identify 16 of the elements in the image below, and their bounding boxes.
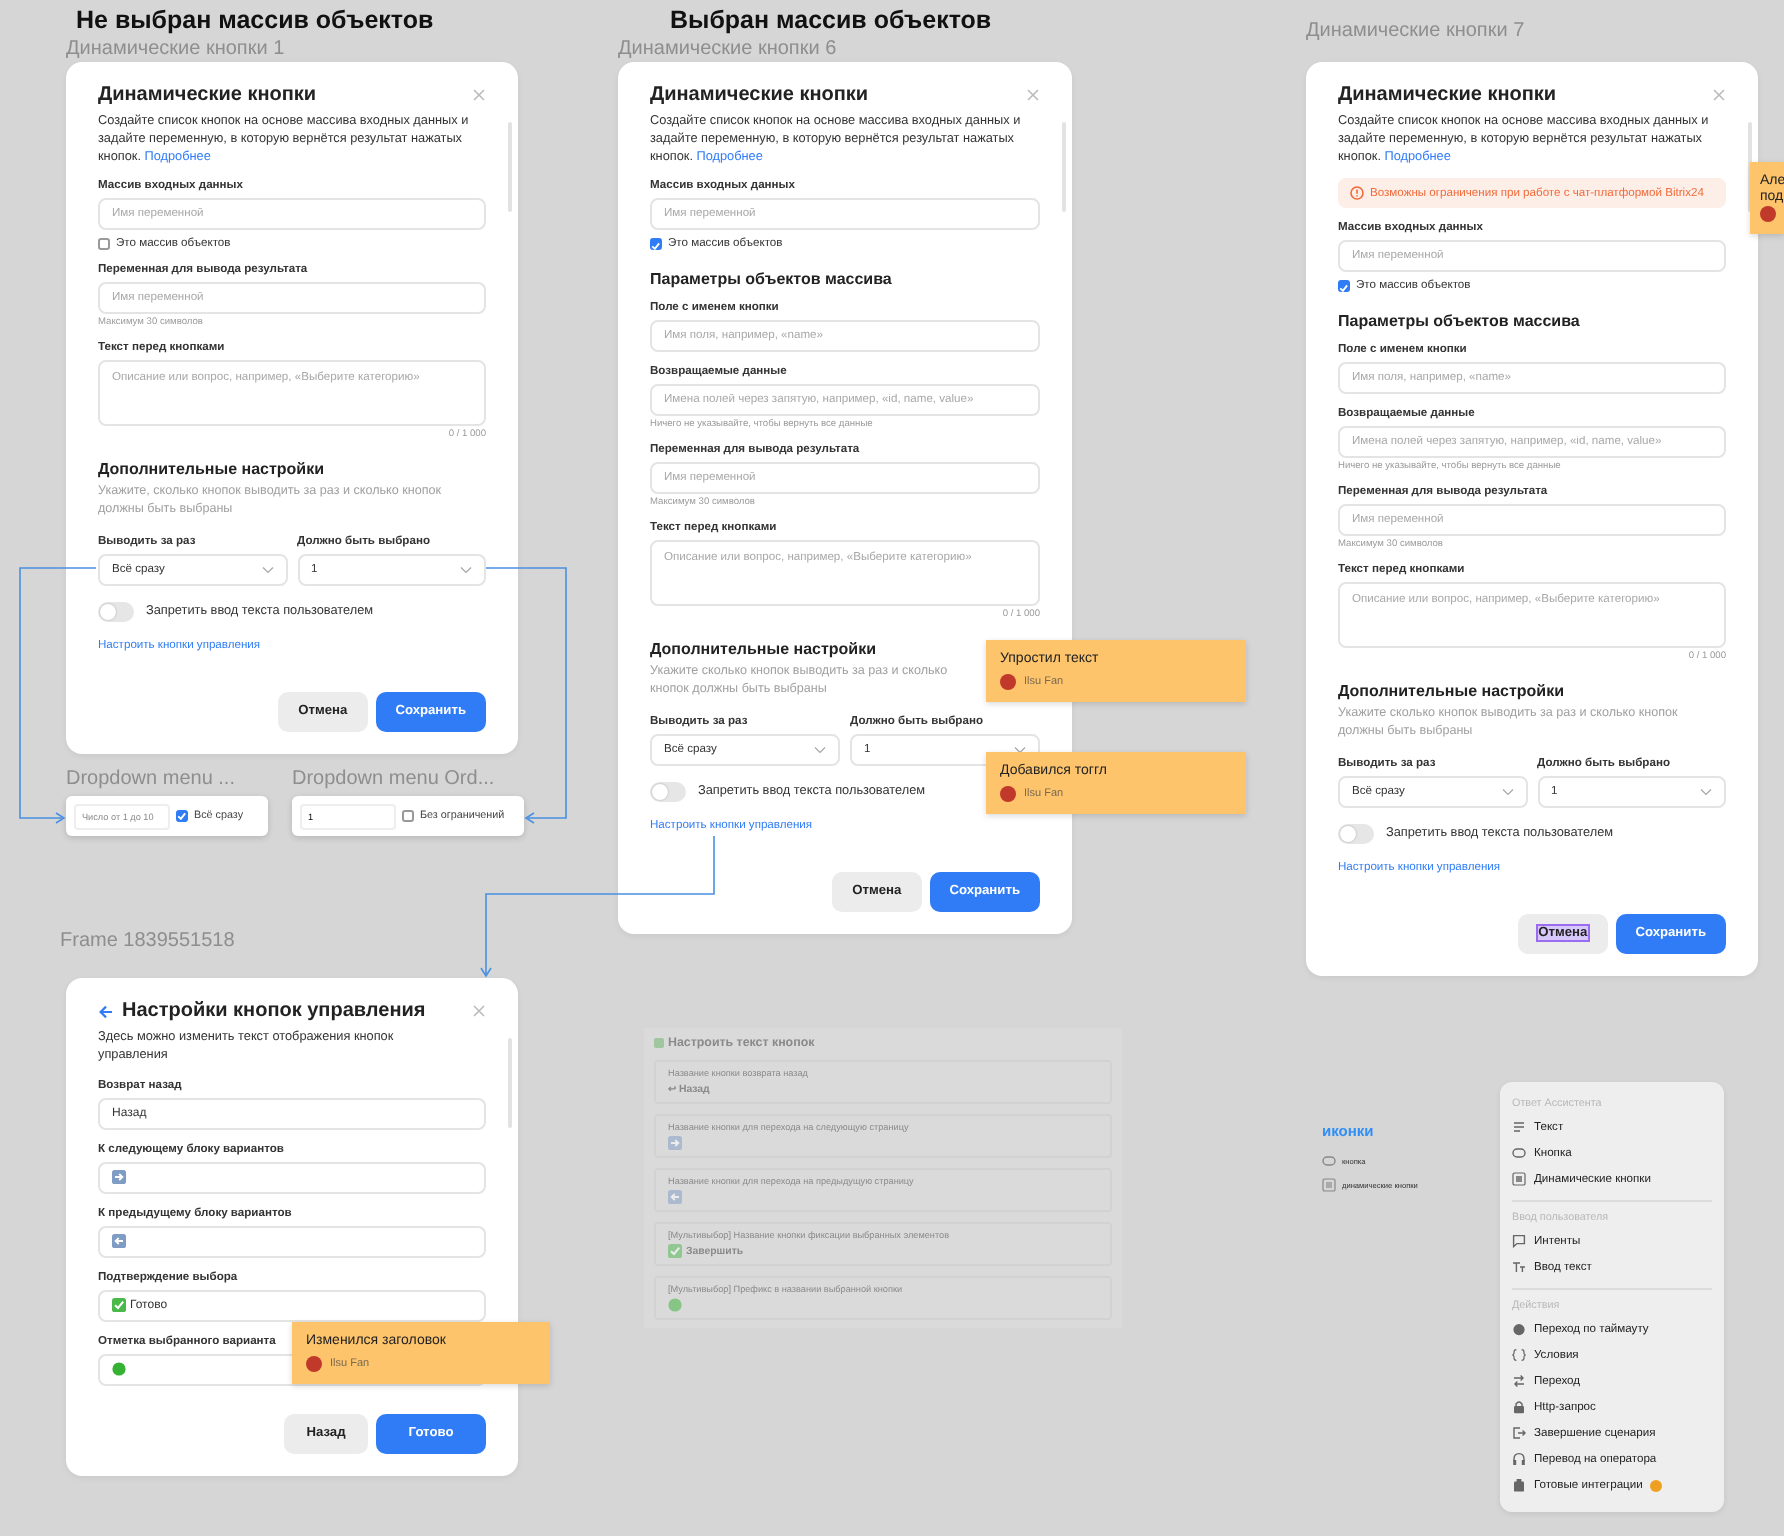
dialog-title: Настройки кнопок управления	[122, 1000, 428, 1022]
frame-label: Динамические кнопки 6	[618, 38, 837, 60]
frame-label: Dropdown menu ...	[66, 768, 235, 790]
section-heading: Параметры объектов массива	[1338, 312, 1582, 331]
frame-heading: Не выбран массив объектов	[76, 6, 434, 34]
dialog-title: Динамические кнопки	[1338, 84, 1559, 106]
frame-label: Frame 1839551518	[60, 930, 235, 952]
section-heading: Дополнительные настройки	[1338, 682, 1566, 701]
dialog-title: Динамические кнопки	[98, 84, 319, 106]
section-heading: Параметры объектов массива	[650, 270, 894, 289]
dialog-title: Динамические кнопки	[650, 84, 871, 106]
frame-label: Dropdown menu Ord...	[292, 768, 495, 790]
section-heading: Дополнительные настройки	[98, 460, 326, 479]
frame-label: Динамические кнопки 1	[66, 38, 285, 60]
frame-heading: Выбран массив объектов	[670, 6, 992, 34]
frame-label: Динамические кнопки 7	[1306, 20, 1525, 42]
